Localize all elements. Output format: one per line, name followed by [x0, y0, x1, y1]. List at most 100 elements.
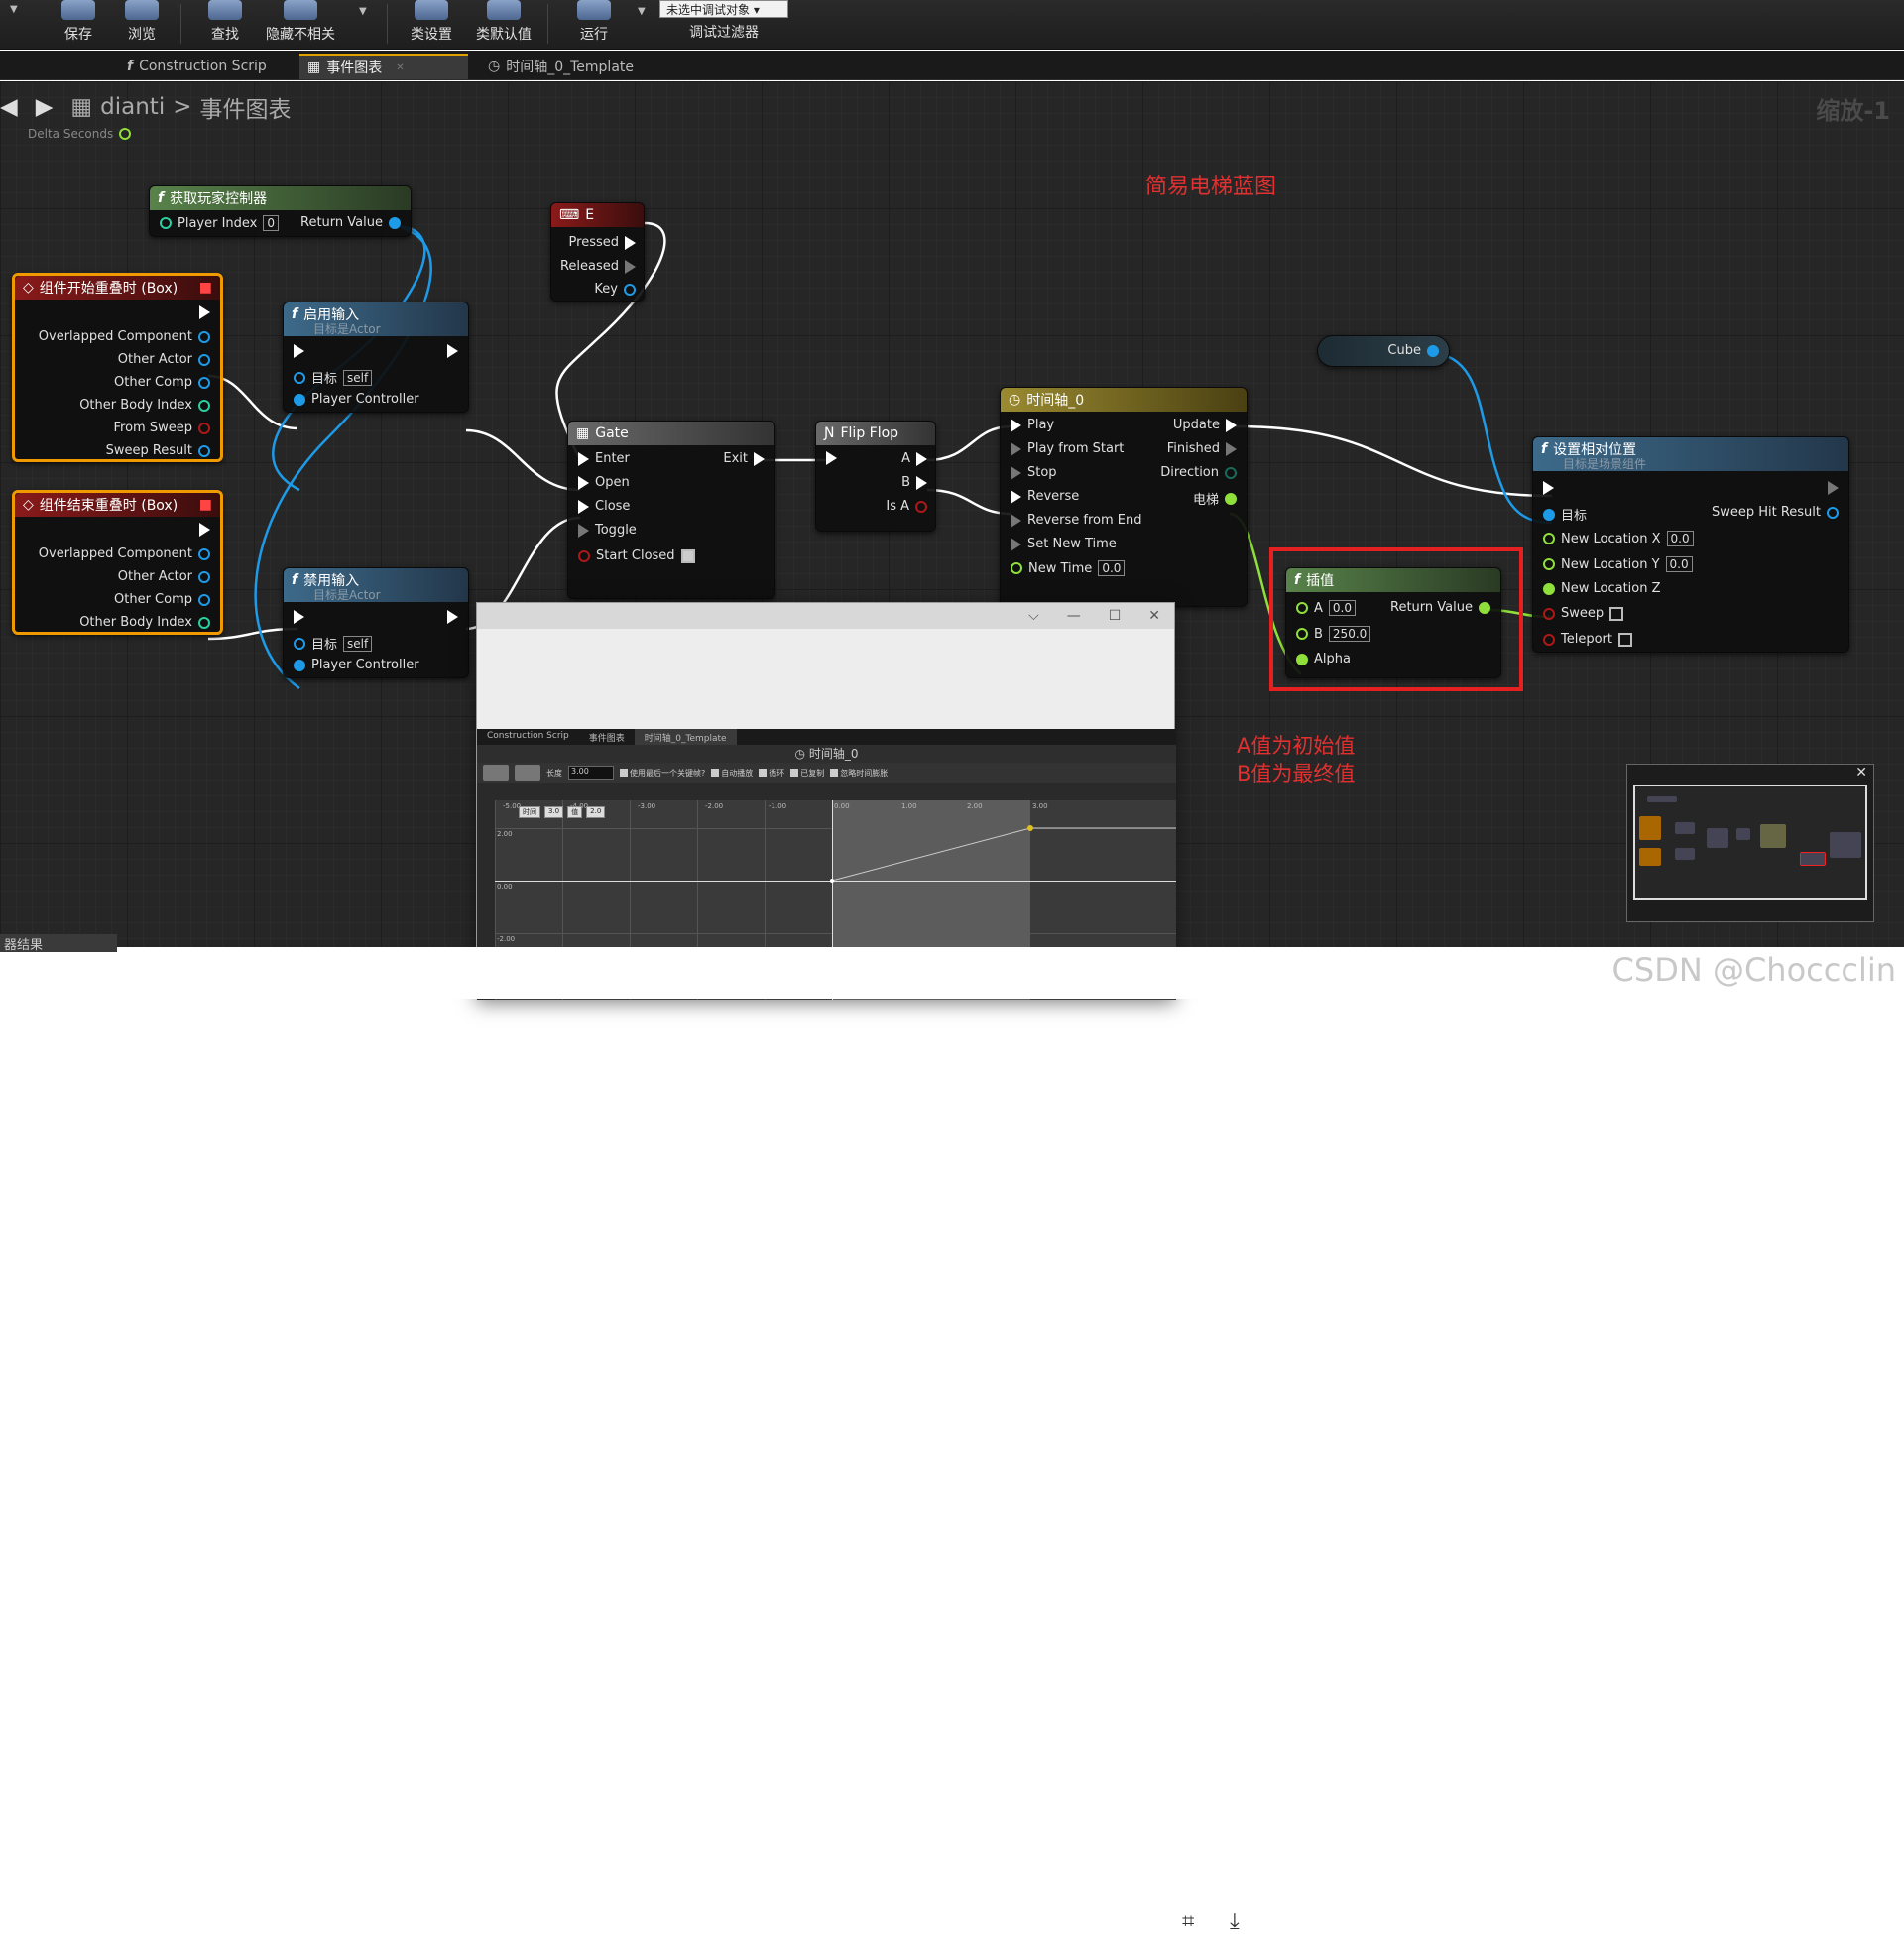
- open-pin[interactable]: Open: [578, 475, 630, 490]
- keyframe[interactable]: [1027, 825, 1033, 831]
- debug-object-select[interactable]: 未选中调试对象 ▾: [659, 0, 788, 18]
- update-pin[interactable]: Update: [1173, 418, 1237, 432]
- checkbox[interactable]: [620, 769, 628, 777]
- loop-option[interactable]: 循环: [759, 768, 784, 779]
- exec-in-pin[interactable]: [826, 451, 837, 465]
- sweep-checkbox[interactable]: [1609, 606, 1624, 621]
- node-cube-variable[interactable]: Cube: [1317, 335, 1450, 367]
- other-comp-pin[interactable]: Other Comp: [114, 375, 210, 390]
- chevron-down-icon[interactable]: ▼: [638, 6, 646, 17]
- node-gate[interactable]: ▦ Gate Enter Exit Open Close Toggle Start…: [567, 421, 775, 599]
- overlapped-component-pin[interactable]: Overlapped Component: [39, 329, 210, 344]
- player-index-pin[interactable]: Player Index 0: [160, 215, 280, 231]
- other-actor-pin[interactable]: Other Actor: [118, 569, 210, 584]
- keyframe[interactable]: [830, 879, 834, 883]
- stop-pin[interactable]: Stop: [1011, 465, 1057, 480]
- maximize-icon[interactable]: ☐: [1109, 608, 1122, 624]
- breadcrumb-root[interactable]: dianti: [100, 94, 165, 120]
- back-arrow-icon[interactable]: ◀: [0, 94, 18, 120]
- pressed-pin[interactable]: Pressed: [569, 235, 636, 250]
- checkbox[interactable]: [759, 769, 768, 777]
- key-time-input[interactable]: 3.0: [544, 806, 564, 818]
- new-location-z-pin[interactable]: New Location Z: [1543, 581, 1661, 596]
- teleport-checkbox[interactable]: [1618, 632, 1632, 647]
- other-body-index-pin[interactable]: Other Body Index: [79, 615, 210, 630]
- new-time-input[interactable]: 0.0: [1098, 560, 1126, 576]
- node-set-relative-location[interactable]: f 设置相对位置 目标是场景组件 目标 Sweep Hit Result New …: [1532, 436, 1849, 653]
- crop-icon[interactable]: ⌗: [1182, 1909, 1194, 1934]
- new-location-x-pin[interactable]: New Location X 0.0: [1543, 531, 1694, 546]
- node-get-player-controller[interactable]: f 获取玩家控制器 Player Index 0 Return Value: [149, 185, 412, 237]
- player-controller-pin[interactable]: Player Controller: [294, 392, 419, 407]
- new-location-y-input[interactable]: 0.0: [1665, 556, 1693, 572]
- other-comp-pin[interactable]: Other Comp: [114, 592, 210, 607]
- node-begin-overlap[interactable]: ◇ 组件开始重叠时 (Box) ■ Overlapped Component Oth…: [12, 273, 223, 462]
- close-icon[interactable]: ✕: [396, 62, 404, 73]
- ignore-time-dilation-option[interactable]: 忽略时间膨胀: [830, 768, 888, 779]
- exec-in-pin[interactable]: [294, 344, 304, 358]
- target-pin[interactable]: 目标: [1543, 505, 1587, 524]
- add-track-button[interactable]: [483, 765, 509, 781]
- hide-unrelated-button[interactable]: 隐藏不相关: [266, 0, 335, 50]
- autoplay-option[interactable]: 自动播放: [711, 768, 753, 779]
- bottom-left-tab[interactable]: 器结果: [0, 934, 117, 953]
- chevron-down-icon[interactable]: ▼: [10, 4, 18, 15]
- finished-pin[interactable]: Finished: [1167, 441, 1237, 456]
- exec-in-pin[interactable]: [294, 610, 304, 624]
- a-pin[interactable]: A: [901, 451, 927, 466]
- enter-pin[interactable]: Enter: [578, 451, 630, 466]
- player-controller-pin[interactable]: Player Controller: [294, 658, 419, 672]
- other-actor-pin[interactable]: Other Actor: [118, 352, 210, 367]
- minimap[interactable]: ✕: [1626, 764, 1874, 922]
- checkbox[interactable]: [790, 769, 799, 777]
- tab-event-graph[interactable]: ▦ 事件图表 ✕: [299, 54, 468, 79]
- new-location-x-input[interactable]: 0.0: [1666, 531, 1694, 546]
- class-defaults-button[interactable]: 类默认值: [476, 0, 532, 50]
- chevron-down-icon[interactable]: ⌵: [1028, 608, 1039, 624]
- play-from-start-pin[interactable]: Play from Start: [1011, 441, 1124, 456]
- is-a-pin[interactable]: Is A: [886, 499, 927, 514]
- overlay-tab-event-graph[interactable]: 事件图表: [579, 729, 635, 745]
- delta-seconds-pin[interactable]: Delta Seconds: [28, 127, 132, 141]
- set-new-time-pin[interactable]: Set New Time: [1011, 537, 1117, 551]
- reverse-from-end-pin[interactable]: Reverse from End: [1011, 513, 1141, 528]
- save-button[interactable]: 保存: [61, 0, 95, 50]
- find-button[interactable]: 查找: [208, 0, 242, 50]
- length-input[interactable]: 3.00: [568, 766, 614, 780]
- start-closed-checkbox[interactable]: [680, 548, 695, 563]
- exec-in-pin[interactable]: [1543, 481, 1554, 495]
- b-pin[interactable]: B: [901, 475, 927, 490]
- minimize-icon[interactable]: —: [1067, 608, 1081, 624]
- browse-button[interactable]: 浏览: [125, 0, 159, 50]
- checkbox[interactable]: [711, 769, 720, 777]
- run-button[interactable]: 运行: [577, 0, 611, 50]
- new-location-y-pin[interactable]: New Location Y 0.0: [1543, 556, 1693, 572]
- player-index-input[interactable]: 0: [263, 215, 280, 231]
- overlay-tab-timeline[interactable]: 时间轴_0_Template: [634, 729, 737, 745]
- replicated-option[interactable]: 已复制: [790, 768, 824, 779]
- close-icon[interactable]: ✕: [1855, 765, 1867, 781]
- close-pin[interactable]: Close: [578, 499, 630, 514]
- add-curve-button[interactable]: [515, 765, 540, 781]
- exec-out-pin[interactable]: [1828, 481, 1839, 495]
- target-pin[interactable]: 目标 self: [294, 634, 373, 653]
- cube-pin[interactable]: Cube: [1387, 343, 1439, 358]
- direction-pin[interactable]: Direction: [1160, 465, 1237, 480]
- sweep-result-pin[interactable]: Sweep Result: [106, 443, 210, 458]
- other-body-index-pin[interactable]: Other Body Index: [79, 398, 210, 413]
- node-timeline[interactable]: ◷ 时间轴_0 Play Play from Start Stop Reverse…: [1000, 387, 1248, 607]
- reverse-pin[interactable]: Reverse: [1011, 489, 1079, 504]
- overlay-tab-construction-script[interactable]: Construction Scrip: [477, 729, 579, 745]
- sweep-pin[interactable]: Sweep: [1543, 606, 1624, 621]
- chevron-down-icon[interactable]: ▼: [359, 6, 367, 17]
- tab-construction-script[interactable]: f Construction Scrip: [119, 54, 288, 79]
- return-value-pin[interactable]: Return Value: [300, 215, 401, 230]
- tab-timeline-template[interactable]: ◷ 时间轴_0_Template: [480, 54, 658, 79]
- download-icon[interactable]: ⤓: [1230, 1909, 1240, 1934]
- node-end-overlap[interactable]: ◇ 组件结束重叠时 (Box) ■ Overlapped Component Oth…: [12, 490, 223, 635]
- target-pin[interactable]: 目标 self: [294, 368, 373, 387]
- from-sweep-pin[interactable]: From Sweep: [114, 421, 210, 435]
- exec-out-pin[interactable]: [447, 344, 458, 358]
- forward-arrow-icon[interactable]: ▶: [36, 94, 54, 120]
- node-disable-input[interactable]: f 禁用输入 目标是Actor 目标 self Player Controller: [283, 567, 469, 678]
